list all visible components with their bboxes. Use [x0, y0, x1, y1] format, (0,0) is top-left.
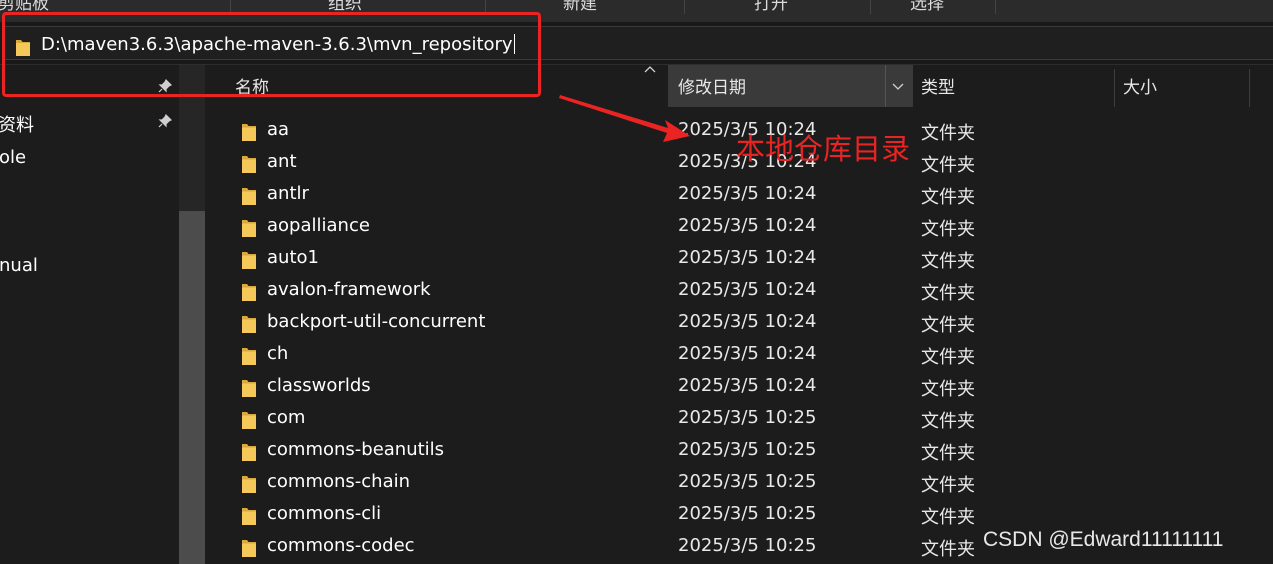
ribbon-divider	[684, 0, 685, 14]
file-type: 文件夹	[921, 187, 975, 208]
file-date-modified: 2025/3/5 10:24	[678, 343, 817, 364]
ribbon-divider	[995, 0, 996, 14]
nav-item[interactable]: 资料	[0, 111, 34, 137]
file-name: commons-cli	[267, 503, 382, 524]
file-name: auto1	[267, 247, 319, 268]
column-type[interactable]: 类型	[921, 65, 1111, 107]
nav-item[interactable]: ole	[0, 147, 26, 168]
file-name: classworlds	[267, 375, 371, 396]
file-name: ant	[267, 151, 297, 172]
file-type: 文件夹	[921, 443, 975, 464]
file-type: 文件夹	[921, 219, 975, 240]
nav-item[interactable]: nual	[0, 255, 38, 276]
file-name: commons-chain	[267, 471, 411, 492]
file-row[interactable]: classworlds 2025/3/5 10:24 文件夹	[205, 372, 1273, 404]
file-name: aa	[267, 119, 290, 140]
file-row[interactable]: aopalliance 2025/3/5 10:24 文件夹	[205, 212, 1273, 244]
file-name: commons-codec	[267, 535, 415, 556]
file-name: ch	[267, 343, 289, 364]
file-name: antlr	[267, 183, 309, 204]
folder-icon	[242, 316, 256, 333]
file-row[interactable]: ch 2025/3/5 10:24 文件夹	[205, 340, 1273, 372]
file-name: com	[267, 407, 306, 428]
file-row[interactable]: commons-chain 2025/3/5 10:25 文件夹	[205, 468, 1273, 500]
folder-icon	[242, 476, 256, 493]
file-date-modified: 2025/3/5 10:25	[678, 471, 817, 492]
navigation-pane: 资料 ole nual	[0, 65, 205, 564]
folder-icon	[242, 284, 256, 301]
file-date-modified: 2025/3/5 10:24	[678, 183, 817, 204]
file-type: 文件夹	[921, 251, 975, 272]
nav-scrollbar-thumb[interactable]	[179, 211, 205, 564]
file-name: commons-beanutils	[267, 439, 445, 460]
column-divider[interactable]	[1114, 69, 1115, 107]
file-date-modified: 2025/3/5 10:25	[678, 535, 817, 556]
file-row[interactable]: auto1 2025/3/5 10:24 文件夹	[205, 244, 1273, 276]
folder-icon	[242, 220, 256, 237]
folder-icon	[242, 444, 256, 461]
annotation-label: 本地仓库目录	[736, 132, 911, 166]
file-date-modified: 2025/3/5 10:24	[678, 375, 817, 396]
chevron-down-icon[interactable]	[892, 82, 904, 90]
file-type: 文件夹	[921, 347, 975, 368]
file-row[interactable]: backport-util-concurrent 2025/3/5 10:24 文件…	[205, 308, 1273, 340]
file-date-modified: 2025/3/5 10:24	[678, 279, 817, 300]
file-row[interactable]: commons-beanutils 2025/3/5 10:25 文件夹	[205, 436, 1273, 468]
highlight-box	[2, 12, 541, 97]
folder-icon	[242, 412, 256, 429]
file-type: 文件夹	[921, 411, 975, 432]
column-date-label: 修改日期	[678, 78, 746, 98]
folder-icon	[242, 124, 256, 141]
ribbon-group-open: 打开	[754, 0, 788, 14]
folder-icon	[242, 252, 256, 269]
file-date-modified: 2025/3/5 10:24	[678, 247, 817, 268]
folder-icon	[242, 540, 256, 557]
file-type: 文件夹	[921, 123, 975, 144]
watermark: CSDN @Edward11111111	[983, 528, 1224, 551]
file-row[interactable]: avalon-framework 2025/3/5 10:24 文件夹	[205, 276, 1273, 308]
file-date-modified: 2025/3/5 10:24	[678, 215, 817, 236]
folder-icon	[242, 156, 256, 173]
file-date-modified: 2025/3/5 10:25	[678, 503, 817, 524]
file-type: 文件夹	[921, 475, 975, 496]
ribbon-divider	[870, 0, 871, 14]
folder-icon	[242, 380, 256, 397]
folder-icon	[242, 348, 256, 365]
folder-icon	[242, 508, 256, 525]
file-type: 文件夹	[921, 379, 975, 400]
folder-icon	[242, 188, 256, 205]
file-date-modified: 2025/3/5 10:24	[678, 311, 817, 332]
file-row[interactable]: antlr 2025/3/5 10:24 文件夹	[205, 180, 1273, 212]
ribbon-group-select: 选择	[910, 0, 944, 14]
file-name: avalon-framework	[267, 279, 431, 300]
file-name: backport-util-concurrent	[267, 311, 486, 332]
column-date-modified[interactable]: 修改日期	[668, 65, 913, 107]
column-divider[interactable]	[1249, 69, 1250, 107]
file-type: 文件夹	[921, 539, 975, 560]
column-size[interactable]: 大小	[1123, 65, 1243, 107]
file-type: 文件夹	[921, 283, 975, 304]
ribbon-group-new: 新建	[563, 0, 597, 14]
file-date-modified: 2025/3/5 10:25	[678, 407, 817, 428]
pin-icon[interactable]	[158, 114, 172, 128]
file-type: 文件夹	[921, 155, 975, 176]
file-row[interactable]: com 2025/3/5 10:25 文件夹	[205, 404, 1273, 436]
file-type: 文件夹	[921, 507, 975, 528]
file-date-modified: 2025/3/5 10:25	[678, 439, 817, 460]
dropdown-divider	[885, 65, 886, 107]
file-name: aopalliance	[267, 215, 370, 236]
file-type: 文件夹	[921, 315, 975, 336]
